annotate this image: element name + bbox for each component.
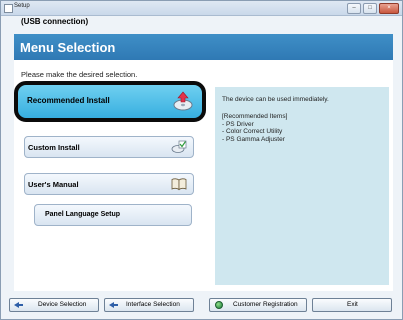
panel-language-setup-button[interactable]: Panel Language Setup [34,204,192,226]
page-title: Menu Selection [20,40,116,55]
recommended-items-heading: [Recommended Items] [222,113,288,120]
bottom-toolbar: Device Selection Interface Selection Cus… [1,293,402,319]
window-controls: – □ × [347,3,399,14]
list-item: - Color Correct Utility [222,128,283,135]
connection-subtitle: (USB connection) [21,17,89,26]
globe-icon [215,301,223,309]
back-arrow-icon [14,302,23,308]
interface-selection-label: Interface Selection [126,301,180,308]
minimize-button[interactable]: – [347,3,361,14]
customer-registration-button[interactable]: Customer Registration [209,298,307,312]
users-manual-label: User's Manual [28,180,79,189]
book-icon [171,177,187,191]
menu-banner: Menu Selection [14,34,393,60]
cd-check-icon [171,140,187,154]
back-arrow-icon [109,302,118,308]
description-text: The device can be used immediately. [222,96,329,103]
custom-install-button[interactable]: Custom Install [24,136,194,158]
device-selection-button[interactable]: Device Selection [9,298,99,312]
recommended-install-label: Recommended Install [27,96,110,105]
description-panel: The device can be used immediately. [Rec… [215,87,389,285]
users-manual-button[interactable]: User's Manual [24,173,194,195]
device-selection-label: Device Selection [38,301,87,308]
cd-install-icon [172,90,194,112]
list-item: - PS Driver [222,120,254,128]
customer-registration-label: Customer Registration [233,301,298,308]
maximize-button[interactable]: □ [363,3,377,14]
close-button[interactable]: × [379,3,399,14]
custom-install-label: Custom Install [28,143,80,152]
content-area: Please make the desired selection. Recom… [14,60,393,291]
recommended-items-list: [Recommended Items] - PS Driver - Color … [222,113,287,143]
interface-selection-button[interactable]: Interface Selection [104,298,194,312]
setup-window: Setup – □ × (USB connection) Menu Select… [0,0,403,320]
title-bar: Setup – □ × [1,1,402,16]
recommended-install-button[interactable]: Recommended Install [14,81,206,122]
list-item: - PS Gamma Adjuster [222,135,285,143]
selection-prompt: Please make the desired selection. [21,70,138,79]
exit-label: Exit [347,301,358,308]
app-icon [4,4,13,13]
window-title: Setup [14,3,30,9]
panel-language-setup-label: Panel Language Setup [45,211,121,218]
exit-button[interactable]: Exit [312,298,392,312]
